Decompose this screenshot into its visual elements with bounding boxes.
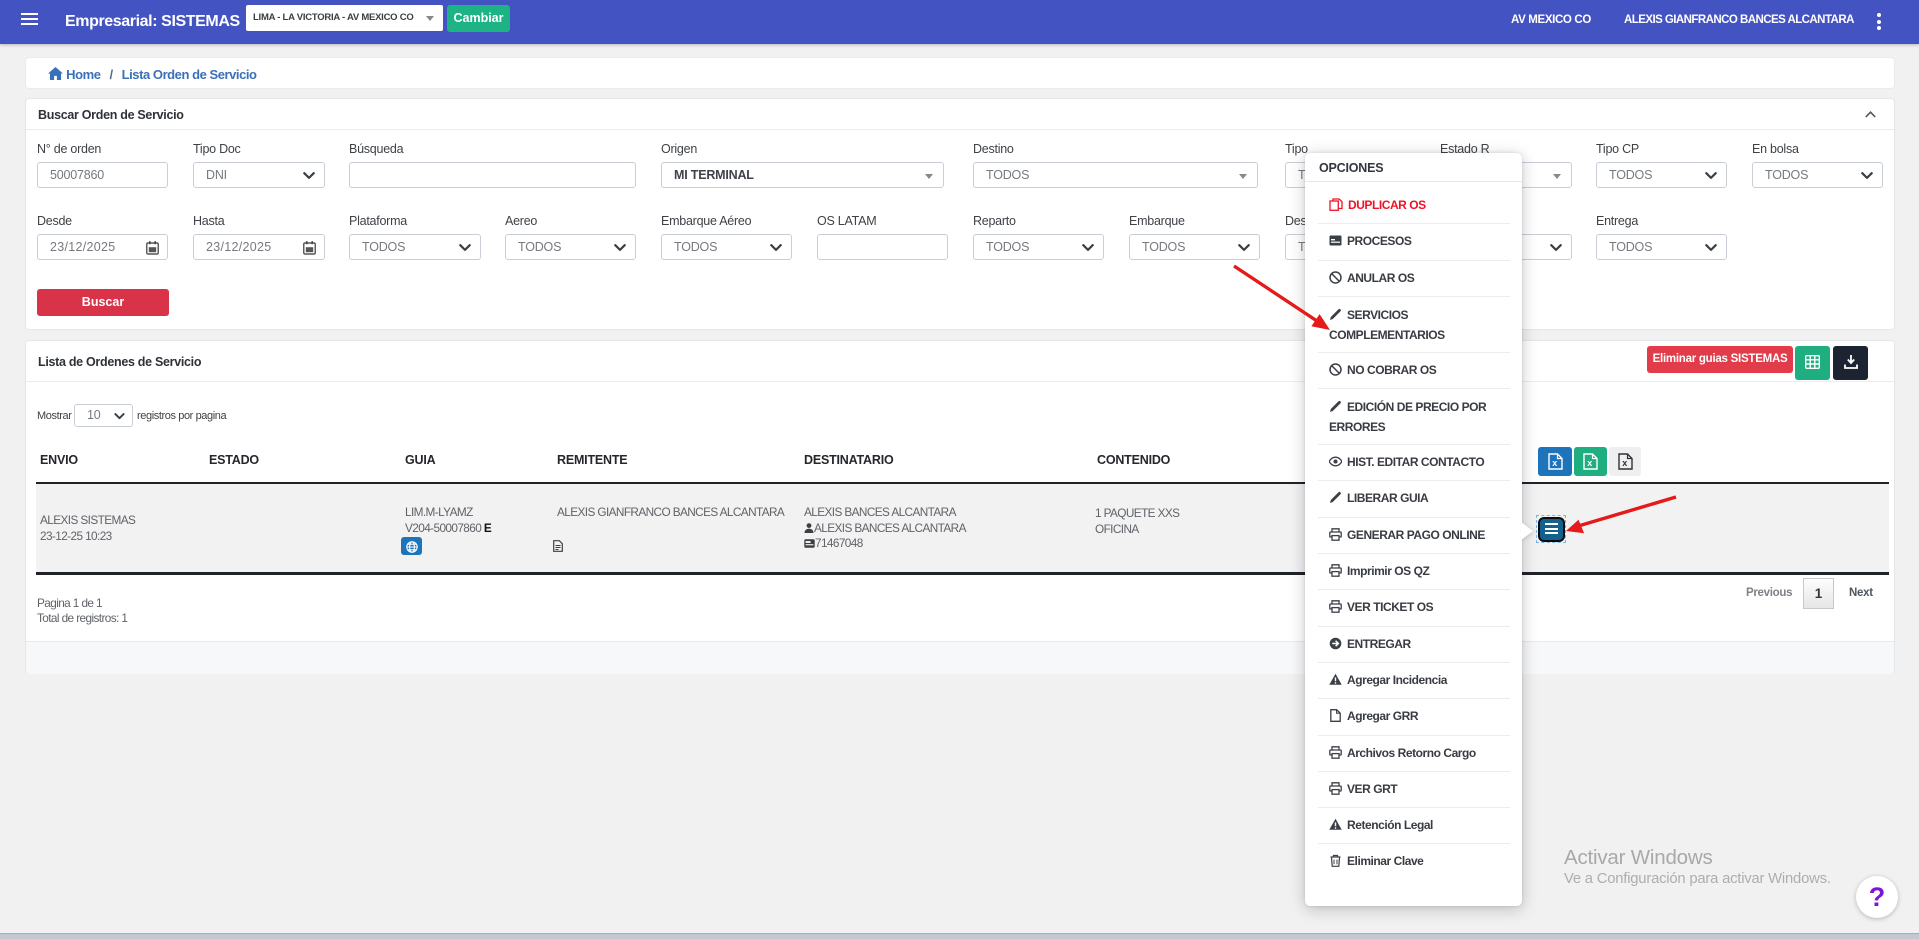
svg-text:x: x [1587, 458, 1592, 468]
svg-text:x: x [1622, 458, 1627, 468]
svg-text:x: x [1552, 458, 1557, 468]
